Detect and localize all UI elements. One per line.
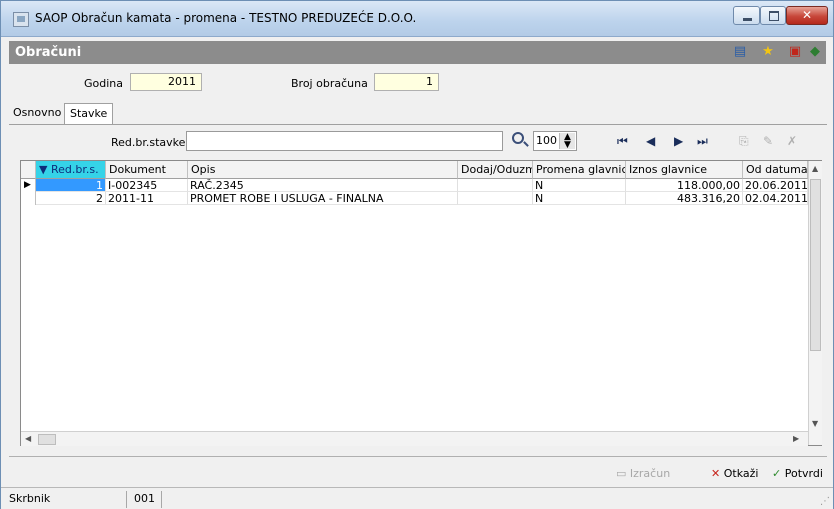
- cancel-x-icon: ✕: [711, 467, 721, 480]
- column-header-od-datuma[interactable]: Od datuma: [743, 161, 808, 179]
- window-title: SAOP Obračun kamata - promena - TESTNO P…: [35, 11, 417, 25]
- table-cell[interactable]: N: [533, 192, 626, 205]
- pdf-icon[interactable]: ▣: [788, 45, 802, 59]
- stavke-grid[interactable]: ▼ Red.br.s. Dokument Opis Dodaj/Oduzmi P…: [20, 160, 822, 446]
- godina-field[interactable]: 2011: [130, 73, 202, 91]
- next-record-icon[interactable]: ▶: [674, 134, 683, 148]
- table-cell[interactable]: 20.06.2011: [743, 179, 808, 192]
- divider: [9, 456, 827, 457]
- table-cell[interactable]: 118.000,00: [626, 179, 743, 192]
- row-indicator-header: [21, 161, 36, 179]
- checkmark-icon: ✓: [772, 467, 782, 480]
- scroll-up-icon[interactable]: ▲: [812, 164, 818, 173]
- column-header-dodaj-oduzmi[interactable]: Dodaj/Oduzmi: [458, 161, 533, 179]
- vertical-scroll-thumb[interactable]: [810, 179, 821, 351]
- insert-record-icon[interactable]: ⎘: [739, 134, 749, 148]
- status-user: Skrbnik: [7, 491, 127, 508]
- table-cell[interactable]: 02.04.2011: [743, 192, 808, 205]
- star-icon[interactable]: ★: [761, 45, 775, 59]
- current-row-indicator-icon: ▶: [21, 179, 36, 192]
- scroll-right-icon[interactable]: ▶: [793, 434, 799, 443]
- search-icon[interactable]: [512, 132, 524, 144]
- maximize-button[interactable]: [760, 6, 786, 25]
- broj-obracuna-field[interactable]: 1: [374, 73, 439, 91]
- search-label: Red.br.stavke: [111, 136, 186, 149]
- previous-record-icon[interactable]: ◀: [646, 134, 655, 148]
- delete-record-icon[interactable]: ✗: [787, 134, 797, 148]
- close-button[interactable]: ✕: [786, 6, 828, 25]
- otkazi-button[interactable]: ✕ Otkaži: [711, 467, 758, 481]
- book-icon[interactable]: ◆: [808, 45, 822, 59]
- broj-obracuna-label: Broj obračuna: [291, 77, 368, 90]
- table-cell[interactable]: 1: [36, 179, 106, 192]
- scroll-down-icon[interactable]: ▼: [812, 419, 818, 428]
- search-input[interactable]: [186, 131, 503, 151]
- status-code: 001: [132, 491, 162, 508]
- column-header-opis[interactable]: Opis: [188, 161, 458, 179]
- sort-desc-icon: ▼: [39, 163, 51, 176]
- column-header-red-br[interactable]: ▼ Red.br.s.: [36, 161, 106, 179]
- tab-osnovno[interactable]: Osnovno: [13, 103, 61, 124]
- edit-record-icon[interactable]: ✎: [763, 134, 773, 148]
- resize-grip-icon[interactable]: ⋰: [820, 496, 830, 507]
- page-size-value: 100: [536, 134, 557, 147]
- horizontal-scroll-thumb[interactable]: [38, 434, 56, 445]
- horizontal-scrollbar[interactable]: ◀ ▶: [21, 431, 808, 446]
- section-header: Obračuni ▤ ★ ▣ ◆: [9, 41, 826, 64]
- table-cell[interactable]: 2011-11: [106, 192, 188, 205]
- table-cell[interactable]: RAČ.2345: [188, 179, 458, 192]
- row-indicator: [21, 192, 36, 205]
- table-cell[interactable]: 2: [36, 192, 106, 205]
- status-bar: Skrbnik 001 ⋰: [1, 487, 833, 509]
- minimize-button[interactable]: [733, 6, 760, 25]
- table-cell[interactable]: N: [533, 179, 626, 192]
- scroll-left-icon[interactable]: ◀: [25, 434, 31, 443]
- title-bar[interactable]: SAOP Obračun kamata - promena - TESTNO P…: [1, 1, 833, 37]
- grid-icon[interactable]: ▤: [733, 45, 747, 59]
- potvrdi-button[interactable]: ✓ Potvrdi: [772, 467, 823, 481]
- first-record-icon[interactable]: ⏮: [617, 134, 628, 148]
- column-header-dokument[interactable]: Dokument: [106, 161, 188, 179]
- last-record-icon[interactable]: ⏭: [697, 134, 708, 148]
- table-cell[interactable]: PROMET ROBE I USLUGA - FINALNA: [188, 192, 458, 205]
- table-cell[interactable]: I-002345: [106, 179, 188, 192]
- table-cell[interactable]: [458, 192, 533, 205]
- page-size-spinner[interactable]: 100 ▲ ▼: [533, 131, 577, 151]
- calculator-icon: ▭: [616, 467, 630, 480]
- application-window: SAOP Obračun kamata - promena - TESTNO P…: [0, 0, 834, 509]
- table-cell[interactable]: [458, 179, 533, 192]
- app-icon: [13, 12, 29, 27]
- column-header-promena-glavnice[interactable]: Promena glavnice: [533, 161, 626, 179]
- izracun-button[interactable]: ▭ Izračun: [616, 467, 670, 481]
- section-title: Obračuni: [15, 45, 82, 60]
- spinner-arrows-icon[interactable]: ▲ ▼: [559, 133, 575, 150]
- tab-stavke[interactable]: Stavke: [64, 103, 114, 125]
- godina-label: Godina: [84, 77, 124, 90]
- column-header-iznos-glavnice[interactable]: Iznos glavnice: [626, 161, 743, 179]
- table-cell[interactable]: 483.316,20: [626, 192, 743, 205]
- vertical-scrollbar[interactable]: ▲ ▼: [808, 161, 822, 445]
